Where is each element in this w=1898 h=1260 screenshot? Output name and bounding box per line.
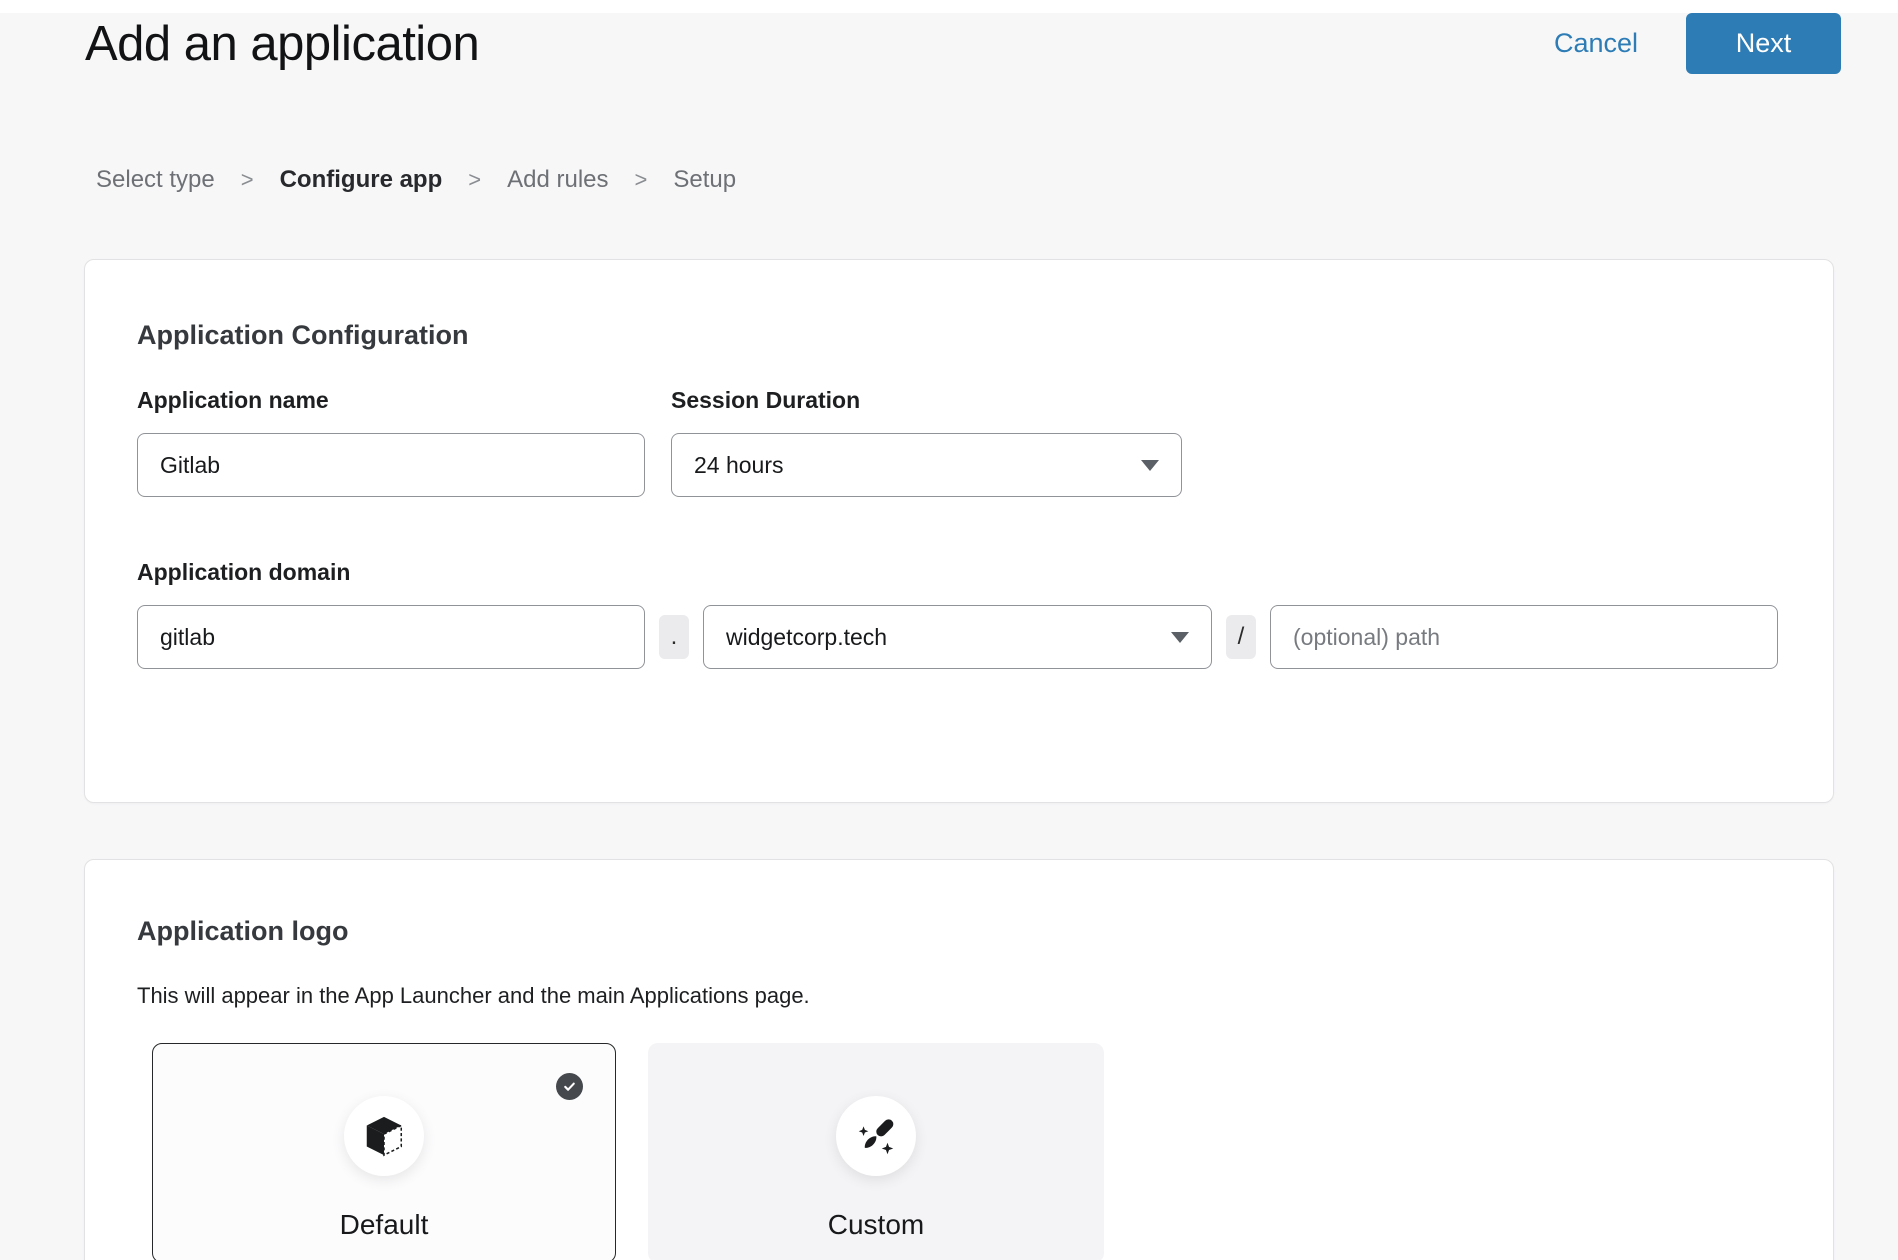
breadcrumb-step-setup[interactable]: Setup (673, 166, 736, 194)
configuration-card-title: Application Configuration (137, 320, 1781, 351)
slash-separator: / (1226, 615, 1256, 659)
chevron-down-icon (1141, 460, 1159, 471)
path-input[interactable] (1270, 605, 1778, 669)
application-name-label: Application name (137, 387, 645, 414)
cube-icon (361, 1113, 407, 1159)
dot-separator: . (659, 615, 689, 659)
logo-option-default[interactable]: Default (152, 1043, 616, 1260)
subdomain-input[interactable] (137, 605, 645, 669)
application-domain-label: Application domain (137, 559, 1781, 586)
cancel-button[interactable]: Cancel (1554, 28, 1638, 59)
default-option-label: Default (340, 1209, 429, 1241)
application-configuration-card: Application Configuration Application na… (84, 259, 1834, 803)
session-duration-value: 24 hours (694, 452, 784, 479)
custom-option-label: Custom (828, 1209, 924, 1241)
breadcrumb-separator: > (241, 167, 254, 193)
breadcrumb-step-configure-app[interactable]: Configure app (280, 166, 443, 194)
domain-select-value: widgetcorp.tech (726, 624, 887, 651)
session-duration-select[interactable]: 24 hours (671, 433, 1182, 497)
session-duration-label: Session Duration (671, 387, 1182, 414)
breadcrumb-step-add-rules[interactable]: Add rules (507, 166, 608, 194)
logo-option-custom[interactable]: Custom (648, 1043, 1104, 1260)
page-title: Add an application (85, 16, 479, 72)
logo-card-description: This will appear in the App Launcher and… (137, 983, 1781, 1009)
selected-check-badge (556, 1073, 583, 1100)
top-strip (0, 0, 1898, 13)
default-logo-circle (344, 1096, 424, 1176)
breadcrumb-step-select-type[interactable]: Select type (96, 166, 215, 194)
logo-options-row: Default Custom (152, 1043, 1781, 1260)
checkmark-icon (561, 1078, 578, 1095)
breadcrumb: Select type > Configure app > Add rules … (96, 166, 736, 194)
chevron-down-icon (1171, 632, 1189, 643)
domain-select[interactable]: widgetcorp.tech (703, 605, 1212, 669)
logo-card-title: Application logo (137, 916, 1781, 947)
next-button[interactable]: Next (1686, 13, 1841, 74)
application-logo-card: Application logo This will appear in the… (84, 859, 1834, 1260)
custom-logo-circle (836, 1096, 916, 1176)
breadcrumb-separator: > (635, 167, 648, 193)
breadcrumb-separator: > (468, 167, 481, 193)
application-name-input[interactable] (137, 433, 645, 497)
paintbrush-icon (853, 1113, 899, 1159)
